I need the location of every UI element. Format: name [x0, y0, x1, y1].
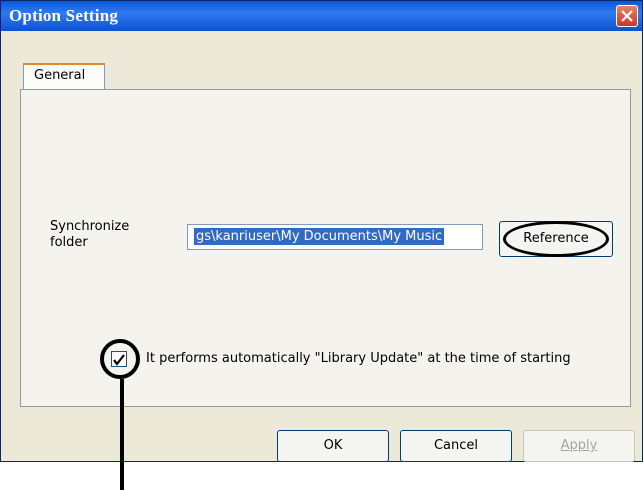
close-icon	[621, 10, 633, 22]
tab-general[interactable]: General	[23, 63, 105, 89]
folder-input-selected-text: gs\kanriuser\My Documents\My Music	[194, 228, 445, 245]
synchronize-folder-label: Synchronize folder	[50, 219, 130, 250]
callout-line	[120, 379, 124, 490]
tab-general-label: General	[34, 68, 86, 83]
apply-button[interactable]: Apply	[523, 430, 635, 462]
cancel-button[interactable]: Cancel	[400, 430, 512, 462]
apply-button-label: Apply	[560, 438, 598, 453]
checkbox-highlight-circle	[100, 339, 140, 379]
ok-button-label: OK	[323, 438, 343, 453]
title-bar[interactable]: Option Setting	[1, 1, 642, 31]
close-button[interactable]	[616, 5, 638, 27]
cancel-button-label: Cancel	[433, 438, 479, 453]
ok-button[interactable]: OK	[277, 430, 389, 462]
reference-highlight-circle	[503, 221, 609, 257]
auto-library-update-label: It performs automatically "Library Updat…	[146, 351, 571, 366]
window-title: Option Setting	[9, 6, 119, 25]
synchronize-folder-input[interactable]: gs\kanriuser\My Documents\My Music	[187, 224, 483, 250]
